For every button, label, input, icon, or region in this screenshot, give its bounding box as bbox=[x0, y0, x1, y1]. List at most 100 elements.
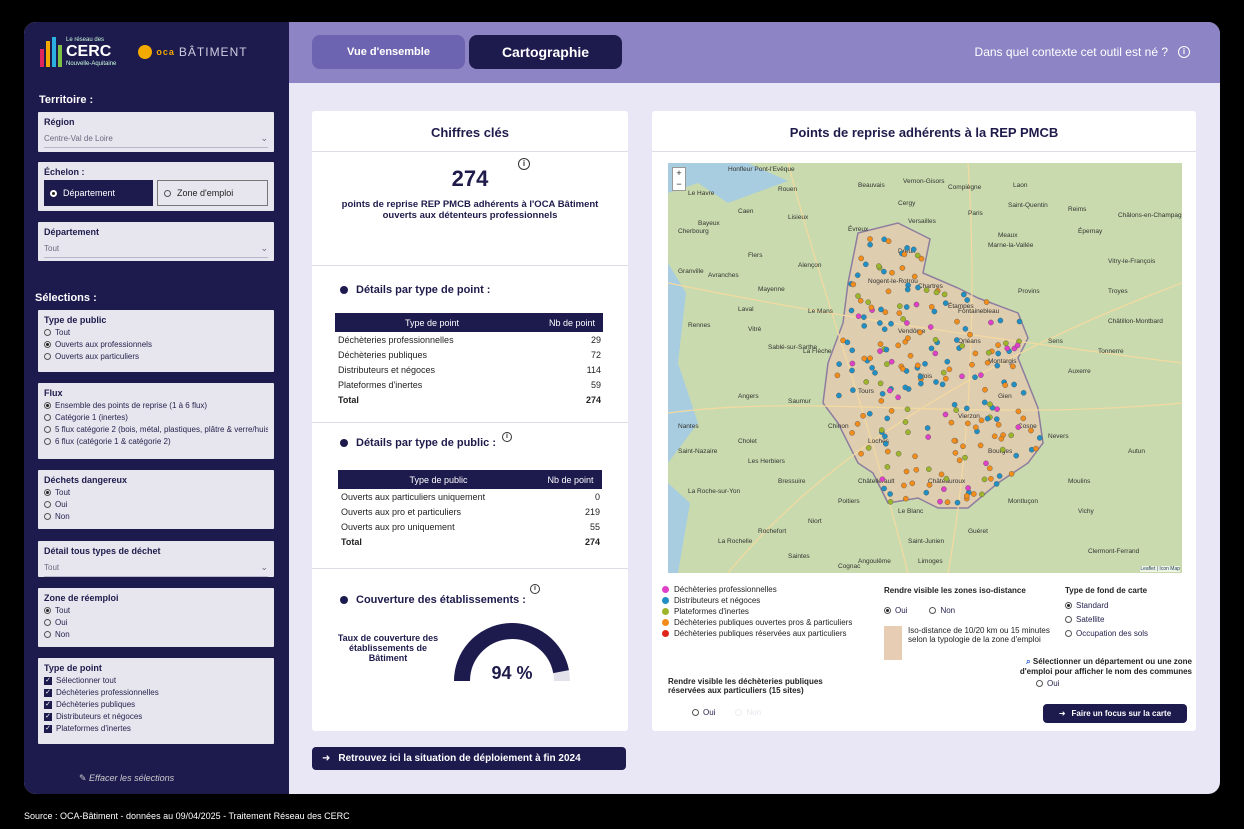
map-point[interactable] bbox=[944, 499, 951, 506]
map-point[interactable] bbox=[970, 491, 977, 497]
map-point[interactable] bbox=[946, 366, 953, 373]
map-point[interactable] bbox=[903, 468, 910, 475]
map-point[interactable] bbox=[991, 433, 998, 440]
map-point[interactable] bbox=[995, 421, 1002, 428]
map-point[interactable] bbox=[983, 460, 989, 467]
column-header[interactable]: Nb de point bbox=[521, 313, 603, 332]
map-point[interactable] bbox=[942, 411, 949, 418]
map-point[interactable] bbox=[922, 360, 928, 367]
map-point[interactable] bbox=[904, 406, 911, 413]
map-view[interactable]: Honfleur Pont-l'Evêque Le Havre Rouen Beauv… bbox=[668, 163, 1182, 573]
map-point[interactable] bbox=[881, 268, 887, 275]
map-point[interactable] bbox=[902, 384, 909, 391]
map-point[interactable] bbox=[932, 336, 939, 343]
map-point[interactable] bbox=[953, 337, 960, 343]
zoom-out-button[interactable]: − bbox=[673, 179, 685, 190]
type-public-option[interactable]: Tout bbox=[44, 328, 268, 337]
map-point[interactable] bbox=[849, 430, 855, 436]
map-point[interactable] bbox=[984, 415, 991, 422]
map-point[interactable] bbox=[884, 464, 891, 470]
map-point[interactable] bbox=[889, 269, 895, 276]
map-point[interactable] bbox=[879, 476, 886, 483]
zr-option[interactable]: Non bbox=[44, 630, 268, 639]
map-point[interactable] bbox=[882, 440, 889, 447]
map-point[interactable] bbox=[993, 481, 1000, 487]
map-point[interactable] bbox=[858, 450, 864, 457]
map-point[interactable] bbox=[942, 375, 949, 382]
dd-option[interactable]: Tout bbox=[44, 488, 268, 497]
map-point[interactable] bbox=[881, 485, 887, 492]
dd-option[interactable]: Non bbox=[44, 512, 268, 521]
map-point[interactable] bbox=[836, 361, 842, 367]
particuliers-non-option[interactable]: Non bbox=[735, 708, 761, 717]
tp-option[interactable]: ✓ Distributeurs et négoces bbox=[44, 712, 268, 721]
map-point[interactable] bbox=[952, 450, 959, 456]
map-point[interactable] bbox=[888, 320, 894, 327]
map-point[interactable] bbox=[972, 350, 979, 357]
map-point[interactable] bbox=[909, 480, 916, 487]
map-point[interactable] bbox=[998, 435, 1005, 442]
flux-option[interactable]: 6 flux (catégorie 1 & catégorie 2) bbox=[44, 437, 268, 446]
map-point[interactable] bbox=[963, 493, 970, 499]
tp-option[interactable]: ✓ Déchèteries publiques bbox=[44, 700, 268, 709]
map-point[interactable] bbox=[912, 453, 918, 460]
map-point[interactable] bbox=[1014, 342, 1021, 349]
map-point[interactable] bbox=[917, 329, 923, 336]
map-point[interactable] bbox=[910, 246, 917, 253]
map-point[interactable] bbox=[904, 286, 911, 293]
map-point[interactable] bbox=[978, 372, 984, 378]
map-point[interactable] bbox=[1008, 432, 1015, 439]
hint-option[interactable]: Oui bbox=[1000, 679, 1192, 688]
map-point[interactable] bbox=[951, 437, 958, 444]
map-point[interactable] bbox=[849, 347, 855, 354]
map-point[interactable] bbox=[895, 450, 902, 457]
flux-option[interactable]: Ensemble des points de reprise (1 à 6 fl… bbox=[44, 401, 268, 410]
map-point[interactable] bbox=[904, 320, 910, 326]
map-point[interactable] bbox=[944, 358, 951, 365]
map-point[interactable] bbox=[982, 386, 988, 393]
context-link[interactable]: Dans quel contexte cet outil est né ? i bbox=[975, 45, 1190, 59]
type-public-option[interactable]: Ouverts aux professionnels bbox=[44, 340, 268, 349]
map-point[interactable] bbox=[915, 284, 921, 291]
map-point[interactable] bbox=[939, 381, 946, 388]
dd-option[interactable]: Oui bbox=[44, 500, 268, 509]
iso-oui-option[interactable]: Oui bbox=[884, 606, 907, 615]
map-point[interactable] bbox=[962, 454, 968, 461]
tab-cartographie[interactable]: Cartographie bbox=[469, 35, 622, 69]
map-point[interactable] bbox=[850, 281, 857, 288]
map-point[interactable] bbox=[899, 265, 906, 271]
map-point[interactable] bbox=[1015, 424, 1022, 430]
map-point[interactable] bbox=[983, 299, 990, 305]
map-point[interactable] bbox=[867, 355, 873, 361]
map-point[interactable] bbox=[834, 372, 841, 379]
map-point[interactable] bbox=[1016, 318, 1023, 325]
map-point[interactable] bbox=[884, 361, 890, 367]
type-public-option[interactable]: Ouverts aux particuliers bbox=[44, 352, 268, 361]
map-point[interactable] bbox=[907, 352, 914, 359]
map-point[interactable] bbox=[918, 380, 924, 387]
detail-filter[interactable]: Détail tous types de déchet Tout ⌄ bbox=[38, 541, 274, 577]
map-point[interactable] bbox=[913, 466, 920, 473]
map-point[interactable] bbox=[867, 236, 873, 242]
map-point[interactable] bbox=[964, 420, 971, 427]
map-point[interactable] bbox=[879, 390, 886, 397]
map-point[interactable] bbox=[861, 314, 867, 320]
map-point[interactable] bbox=[901, 251, 908, 258]
map-point[interactable] bbox=[872, 369, 878, 376]
map-point[interactable] bbox=[885, 238, 892, 244]
map-point[interactable] bbox=[850, 387, 856, 393]
map-point[interactable] bbox=[996, 473, 1003, 479]
map-point[interactable] bbox=[962, 325, 969, 332]
info-icon[interactable]: i bbox=[530, 584, 540, 594]
map-point[interactable] bbox=[1013, 452, 1020, 459]
iso-non-option[interactable]: Non bbox=[929, 606, 955, 615]
region-dropdown[interactable]: Centre-Val de Loire ⌄ bbox=[44, 130, 268, 148]
map-point[interactable] bbox=[836, 392, 842, 399]
map-point[interactable] bbox=[867, 241, 873, 248]
fond-option[interactable]: Standard bbox=[1065, 601, 1190, 610]
map-point[interactable] bbox=[940, 369, 947, 376]
map-point[interactable] bbox=[882, 309, 889, 315]
map-point[interactable] bbox=[928, 303, 935, 310]
departement-filter[interactable]: Département Tout ⌄ bbox=[38, 222, 274, 261]
map-point[interactable] bbox=[932, 350, 939, 357]
